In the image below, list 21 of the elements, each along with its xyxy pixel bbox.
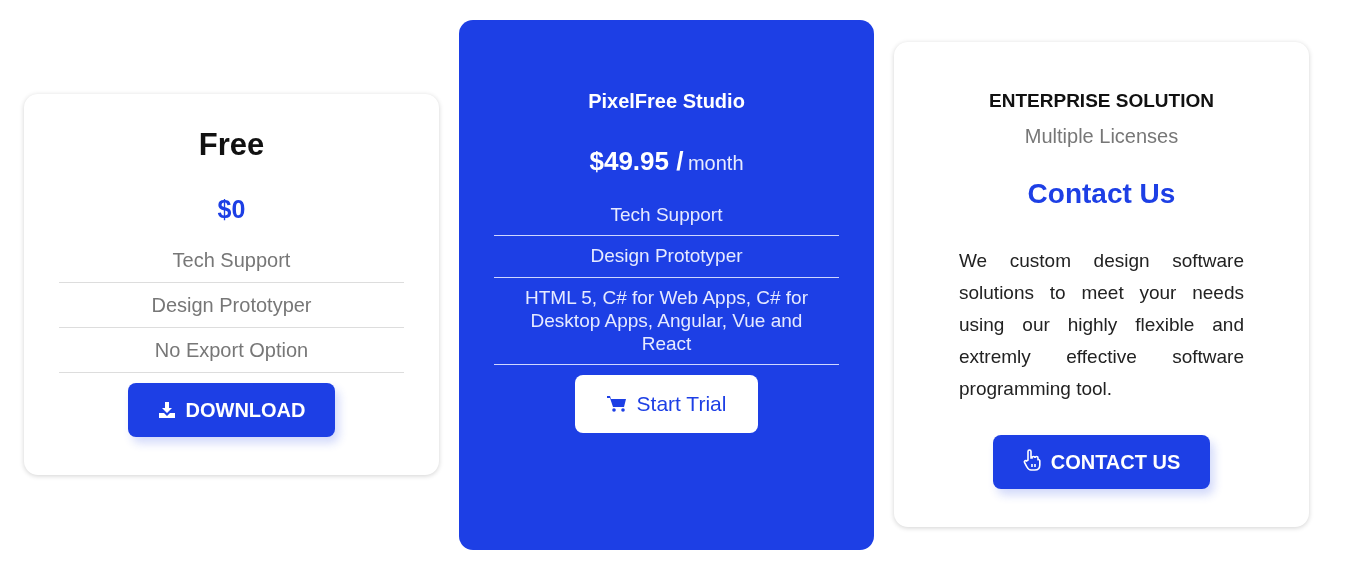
pointing-hand-icon [1022, 449, 1041, 472]
price-period: month [687, 151, 744, 174]
feature-item: Tech Support [494, 194, 839, 237]
feature-item: Design Prototyper [59, 283, 404, 328]
cart-icon [606, 395, 627, 414]
feature-item: Design Prototyper [494, 236, 839, 279]
feature-item: No Export Option [59, 328, 404, 373]
download-icon [157, 401, 176, 419]
plan-price: Contact Us [1026, 177, 1177, 212]
plan-price: $0 [216, 193, 247, 225]
start-trial-button[interactable]: Start Trial [574, 375, 759, 433]
plan-description: We custom design software solutions to meet your needs using our highly flexible and extremly effective software programming tool. [958, 249, 1245, 402]
plan-price: $49.95 / [589, 145, 684, 176]
plan-subtitle: Multiple Licenses [1023, 124, 1180, 150]
feature-item: HTML 5, C# for Web Apps, C# for Desktop Apps, Angular, Vue and React [494, 278, 839, 366]
plan-title: ENTERPRISE SOLUTION [988, 88, 1215, 113]
plan-title: PixelFree Studio [587, 88, 746, 114]
feature-item: Tech Support [59, 238, 404, 283]
download-button[interactable]: DOWNLOAD [127, 383, 336, 437]
plan-title: Free [197, 126, 266, 164]
contact-button[interactable]: CONTACT US [992, 435, 1211, 490]
